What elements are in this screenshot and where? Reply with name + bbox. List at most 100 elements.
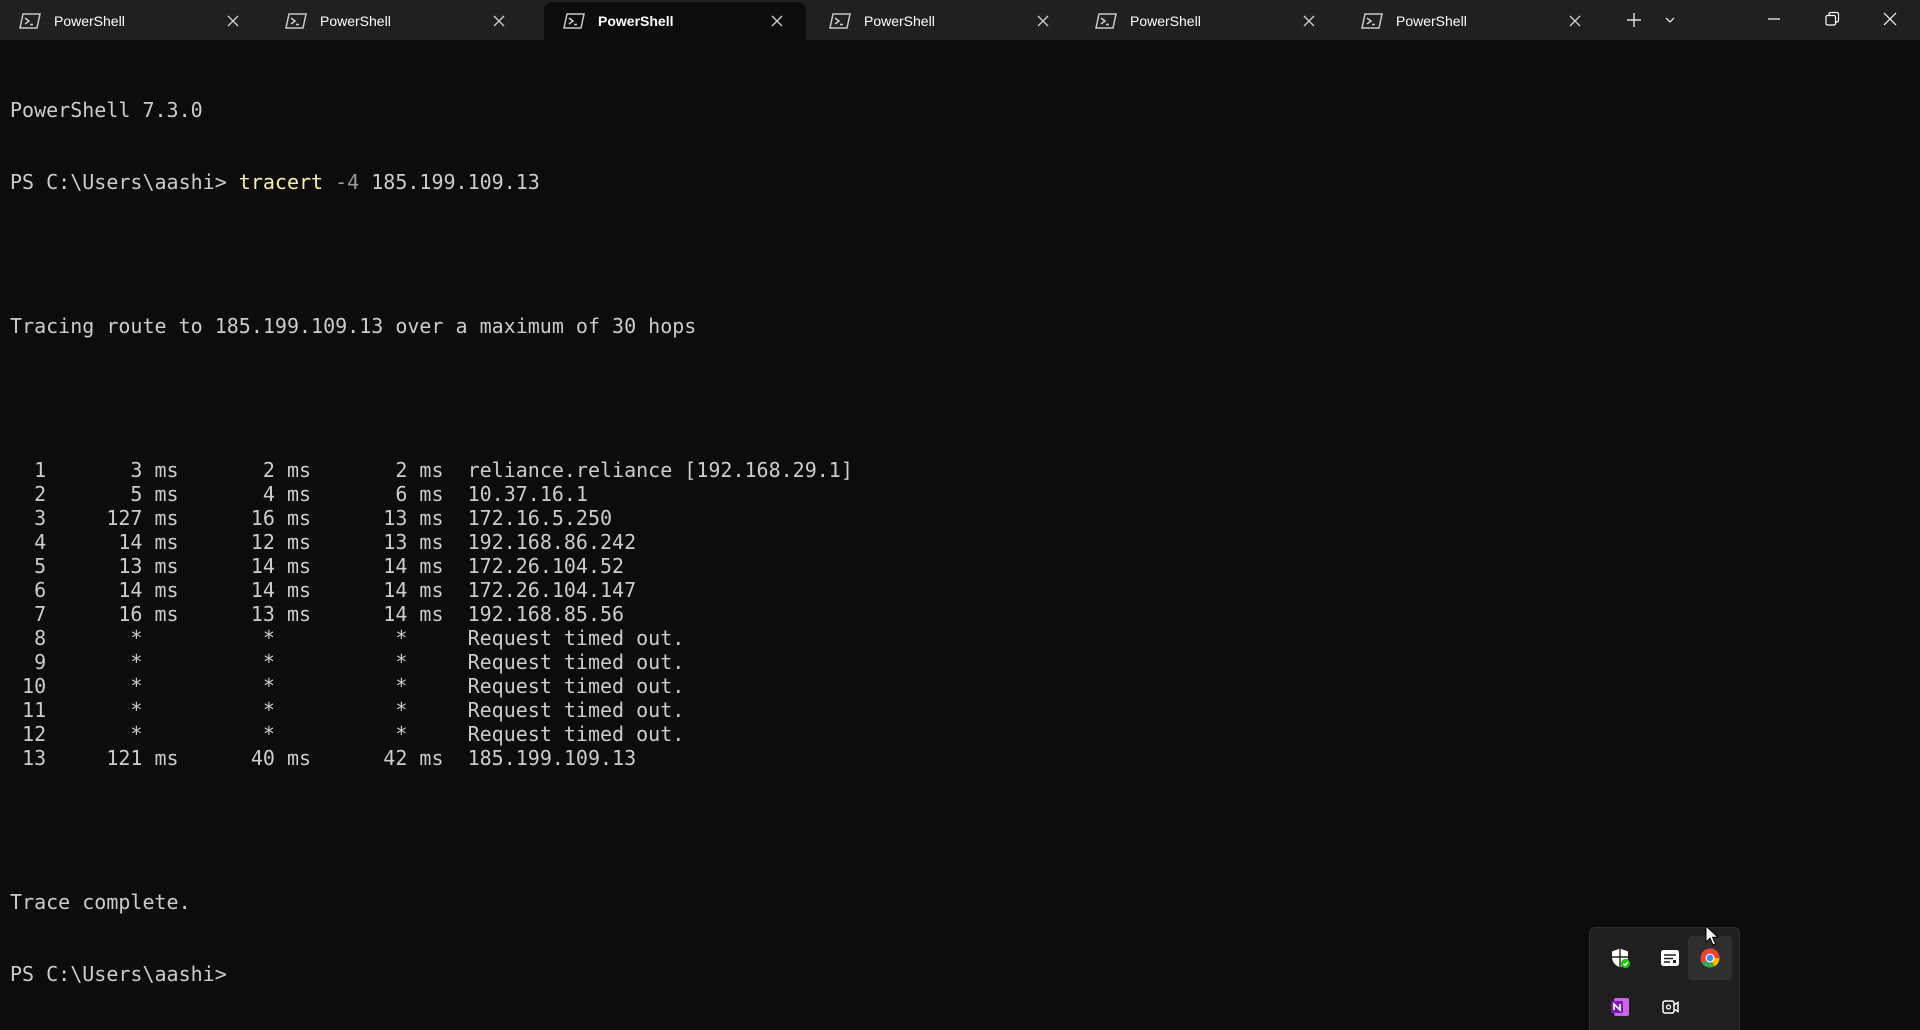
close-icon[interactable]	[1568, 14, 1582, 28]
hop-row: 7 16 ms 13 ms 14 ms 192.168.85.56	[10, 602, 853, 626]
hop-row: 6 14 ms 14 ms 14 ms 172.26.104.147	[10, 578, 853, 602]
hop-rtt-2: 4 ms	[178, 482, 312, 506]
hop-number: 2	[10, 482, 47, 506]
close-icon[interactable]	[1302, 14, 1316, 28]
hop-row: 1 3 ms 2 ms 2 ms reliance.reliance [192.…	[10, 458, 853, 482]
hop-rtt-3: 2 ms	[311, 458, 444, 482]
camera-icon	[1662, 1000, 1679, 1014]
tab-5[interactable]: PowerShell	[1076, 2, 1338, 40]
hop-rtt-2: *	[178, 650, 312, 674]
hop-rtt-2: 14 ms	[178, 554, 312, 578]
hop-rtt-3: 14 ms	[311, 578, 444, 602]
hop-rtt-1: 16 ms	[46, 602, 179, 626]
news-widget-icon	[1661, 950, 1679, 966]
tray-onenote[interactable]	[1598, 985, 1642, 1029]
close-window-button[interactable]	[1862, 0, 1918, 38]
hop-number: 11	[10, 698, 47, 722]
hop-host: Request timed out.	[443, 626, 685, 650]
hop-row: 4 14 ms 12 ms 13 ms 192.168.86.242	[10, 530, 853, 554]
prompt: PS C:\Users\aashi>	[10, 962, 239, 986]
tray-windows-security[interactable]	[1598, 936, 1642, 980]
hop-host: 10.37.16.1	[443, 482, 588, 506]
tab-3-active[interactable]: PowerShell	[544, 2, 806, 40]
hop-rtt-2: *	[178, 626, 312, 650]
hop-host: 172.26.104.52	[443, 554, 625, 578]
tab-label: PowerShell	[1130, 13, 1201, 29]
windows-security-icon	[1612, 948, 1631, 969]
hop-row: 10 * * * Request timed out.	[10, 674, 853, 698]
tray-news-widget[interactable]	[1648, 936, 1692, 980]
tab-1[interactable]: PowerShell	[0, 2, 262, 40]
hop-host: Request timed out.	[443, 650, 685, 674]
hop-host: 185.199.109.13	[443, 746, 637, 770]
close-icon[interactable]	[770, 14, 784, 28]
hop-rtt-1: *	[46, 674, 179, 698]
terminal-output[interactable]: PowerShell 7.3.0 PS C:\Users\aashi> trac…	[10, 50, 853, 1010]
restore-button[interactable]	[1804, 0, 1860, 38]
command-name: tracert	[238, 170, 324, 194]
tray-camera[interactable]	[1648, 985, 1692, 1029]
command-arg: 185.199.109.13	[371, 170, 540, 194]
hop-row: 3 127 ms 16 ms 13 ms 172.16.5.250	[10, 506, 853, 530]
tab-4[interactable]: PowerShell	[810, 2, 1072, 40]
hop-rtt-2: *	[178, 674, 312, 698]
hop-rtt-3: 13 ms	[311, 506, 444, 530]
minimize-button[interactable]	[1746, 0, 1802, 38]
hop-rtt-1: 14 ms	[46, 578, 179, 602]
hop-row: 8 * * * Request timed out.	[10, 626, 853, 650]
tab-label: PowerShell	[320, 13, 391, 29]
tab-dropdown-button[interactable]	[1654, 6, 1686, 34]
plus-icon	[1627, 13, 1641, 27]
hop-number: 13	[10, 746, 47, 770]
hop-number: 5	[10, 554, 47, 578]
tab-label: PowerShell	[864, 13, 935, 29]
hop-row: 9 * * * Request timed out.	[10, 650, 853, 674]
hop-rtt-3: 13 ms	[311, 530, 444, 554]
hop-rtt-1: 5 ms	[46, 482, 179, 506]
hop-number: 9	[10, 650, 47, 674]
hop-rtt-1: *	[46, 626, 179, 650]
hop-row: 2 5 ms 4 ms 6 ms 10.37.16.1	[10, 482, 853, 506]
close-icon[interactable]	[492, 14, 506, 28]
hop-rtt-1: *	[46, 698, 179, 722]
powershell-icon	[285, 13, 307, 29]
hop-number: 10	[10, 674, 47, 698]
hop-rtt-3: 42 ms	[311, 746, 444, 770]
hop-host: Request timed out.	[443, 698, 685, 722]
chrome-icon	[1700, 948, 1720, 968]
tab-6[interactable]: PowerShell	[1342, 2, 1604, 40]
hop-host: 172.26.104.147	[443, 578, 637, 602]
powershell-icon	[1095, 13, 1117, 29]
version-line: PowerShell 7.3.0	[10, 98, 203, 122]
hop-rtt-3: 6 ms	[311, 482, 444, 506]
hop-host: 192.168.86.242	[443, 530, 637, 554]
command-line: PS C:\Users\aashi> tracert -4 185.199.10…	[10, 170, 853, 194]
title-bar: PowerShell PowerShell PowerShell PowerSh…	[0, 0, 1920, 40]
hop-rtt-3: 14 ms	[311, 602, 444, 626]
tab-2[interactable]: PowerShell	[266, 2, 528, 40]
powershell-icon	[19, 13, 41, 29]
close-icon[interactable]	[1036, 14, 1050, 28]
command-flag: -4	[335, 170, 360, 194]
hop-number: 8	[10, 626, 47, 650]
hop-rtt-1: 13 ms	[46, 554, 179, 578]
hop-rtt-1: 121 ms	[46, 746, 179, 770]
hop-rtt-3: *	[311, 674, 444, 698]
hop-host: Request timed out.	[443, 674, 685, 698]
onenote-icon	[1611, 998, 1629, 1016]
prompt: PS C:\Users\aashi>	[10, 170, 239, 194]
prompt-line[interactable]: PS C:\Users\aashi>	[10, 962, 853, 986]
powershell-icon	[1361, 13, 1383, 29]
hop-list: 1 3 ms 2 ms 2 ms reliance.reliance [192.…	[10, 458, 853, 770]
hop-number: 4	[10, 530, 47, 554]
hop-rtt-3: *	[311, 698, 444, 722]
hop-number: 7	[10, 602, 47, 626]
restore-icon	[1825, 11, 1840, 26]
hop-rtt-2: *	[178, 722, 312, 746]
hop-rtt-1: 127 ms	[46, 506, 179, 530]
hop-number: 12	[10, 722, 47, 746]
close-icon[interactable]	[226, 14, 240, 28]
new-tab-button[interactable]	[1616, 6, 1652, 34]
